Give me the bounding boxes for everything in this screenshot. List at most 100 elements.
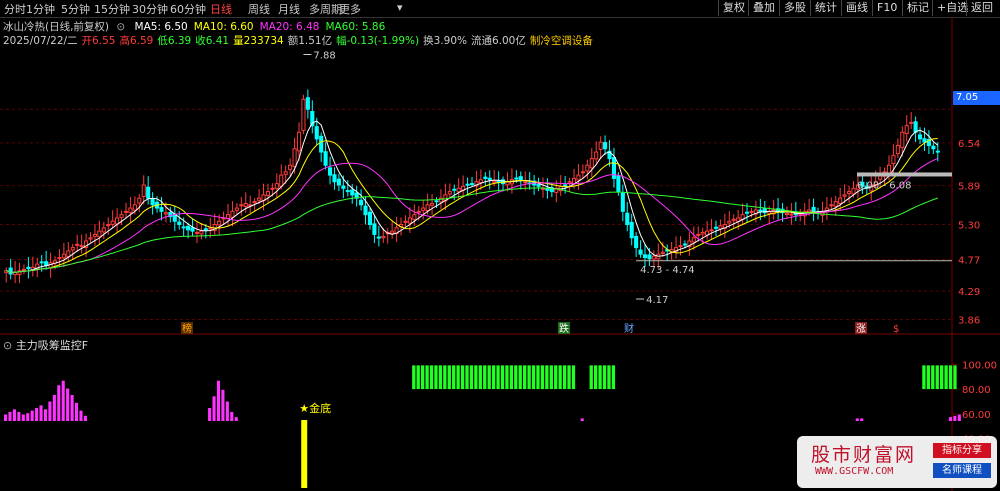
candle-body <box>181 226 186 229</box>
candle-body <box>97 230 102 238</box>
indicator-bar-magenta <box>52 395 56 421</box>
candle-body <box>345 190 350 193</box>
watermark-logo: 股市财富网 WWW.GSCFW.COM 指标分享 名师课程 <box>797 436 997 488</box>
candle-body <box>829 204 834 207</box>
range-line-2 <box>857 172 952 177</box>
indicator-bar-green <box>531 365 536 390</box>
candle-body <box>917 134 923 140</box>
high-annotation: 7.88 <box>313 51 335 62</box>
candle-body <box>718 225 723 230</box>
candle-body <box>359 199 364 206</box>
candle-body <box>314 126 319 140</box>
candle-body <box>186 225 191 231</box>
indicator-axis-label-2: 60.00 <box>962 410 991 421</box>
candle-body <box>585 164 590 172</box>
indicator-bar-green <box>545 365 549 390</box>
candle-body <box>749 210 754 213</box>
indicator-bar-green <box>607 365 611 390</box>
candle-body <box>931 145 936 150</box>
candle-body <box>642 254 648 259</box>
candle-body <box>913 121 918 133</box>
gold-bottom-bar <box>301 420 308 488</box>
ma-line-ma5 <box>6 120 939 273</box>
indicator-bar-green <box>540 365 545 390</box>
indicator-bar-green <box>412 365 416 390</box>
candle-body <box>483 176 488 179</box>
indicator-bar-magenta <box>21 414 25 421</box>
watermark-tag-indicators[interactable]: 指标分享 <box>933 443 991 458</box>
candle-body <box>456 187 461 193</box>
candle-body <box>651 255 656 260</box>
candle-body <box>514 177 519 180</box>
candle-body <box>430 202 435 206</box>
indicator-bar-green <box>443 365 447 390</box>
candle-body <box>811 206 816 212</box>
indicator-bar-green <box>487 365 491 390</box>
candle-body <box>842 194 847 197</box>
event-marker-0: 榜 <box>182 322 192 335</box>
indicator-bar-magenta <box>70 395 74 421</box>
indicator-bar-magenta <box>8 411 12 421</box>
candle-body <box>603 142 608 150</box>
candle-body <box>305 97 310 110</box>
candle-body <box>407 217 412 224</box>
indicator-bar-magenta <box>855 418 859 421</box>
indicator-bar-green <box>922 365 926 390</box>
candle-body <box>576 174 581 181</box>
current-price-box: 7.05 <box>953 91 1000 105</box>
candle-body <box>709 229 714 232</box>
candle-body <box>137 197 142 204</box>
indicator-bar-green <box>935 365 939 390</box>
indicator-axis-label-0: 100.00 <box>962 360 997 371</box>
candle-body <box>744 211 750 214</box>
event-marker-3: 涨 <box>856 323 866 335</box>
candle-body <box>150 198 155 206</box>
candle-body <box>110 220 115 225</box>
indicator-bar-green <box>598 365 602 390</box>
indicator-collapse-icon[interactable]: ⊙ <box>3 339 12 352</box>
indicator-bar-magenta <box>79 410 83 421</box>
indicator-bar-magenta <box>580 418 584 421</box>
indicator-bar-magenta <box>35 408 39 421</box>
candle-body <box>319 135 324 153</box>
watermark-tag-courses[interactable]: 名师课程 <box>933 463 991 478</box>
candle-body <box>589 158 594 169</box>
candle-body <box>434 200 439 203</box>
price-axis-label-4: 4.77 <box>958 255 980 266</box>
indicator-bar-magenta <box>216 380 221 421</box>
candle-body <box>381 235 386 239</box>
candle-body <box>350 189 355 196</box>
indicator-bar-green <box>940 365 944 390</box>
candle-body <box>469 183 475 186</box>
candle-body <box>904 125 909 134</box>
candlestick-chart[interactable]: 6.54 5.89 5.30 4.77 4.29 3.86 7.88 4.17 4.73 - 4… <box>0 0 1000 491</box>
candle-body <box>296 131 302 152</box>
candle-body <box>758 209 763 212</box>
event-marker-1: 跌 <box>559 322 569 335</box>
low-annotation: 4.17 <box>646 295 668 306</box>
range-label-2: 6.00 - 6.08 <box>857 180 912 191</box>
candle-body <box>217 220 222 226</box>
candle-body <box>900 131 905 149</box>
price-axis-label-5: 4.29 <box>958 287 980 298</box>
candle-body <box>252 200 257 204</box>
indicator-bar-green <box>465 365 469 390</box>
candle-body <box>79 245 84 248</box>
indicator-bar-magenta <box>860 418 864 421</box>
candle-body <box>523 181 528 184</box>
candle-body <box>713 226 719 229</box>
indicator-bar-magenta <box>83 415 87 421</box>
candle-body <box>44 261 49 266</box>
candle-body <box>128 207 133 214</box>
candle-body <box>208 227 213 230</box>
candle-body <box>833 200 838 207</box>
candle-body <box>847 191 852 194</box>
candle-body <box>487 177 492 181</box>
candle-body <box>243 202 248 207</box>
indicator-bar-magenta <box>74 402 79 421</box>
candle-body <box>727 220 732 224</box>
candle-body <box>691 237 696 243</box>
candle-body <box>891 154 896 165</box>
indicator-bar-green <box>478 365 482 390</box>
candle-body <box>234 207 239 211</box>
